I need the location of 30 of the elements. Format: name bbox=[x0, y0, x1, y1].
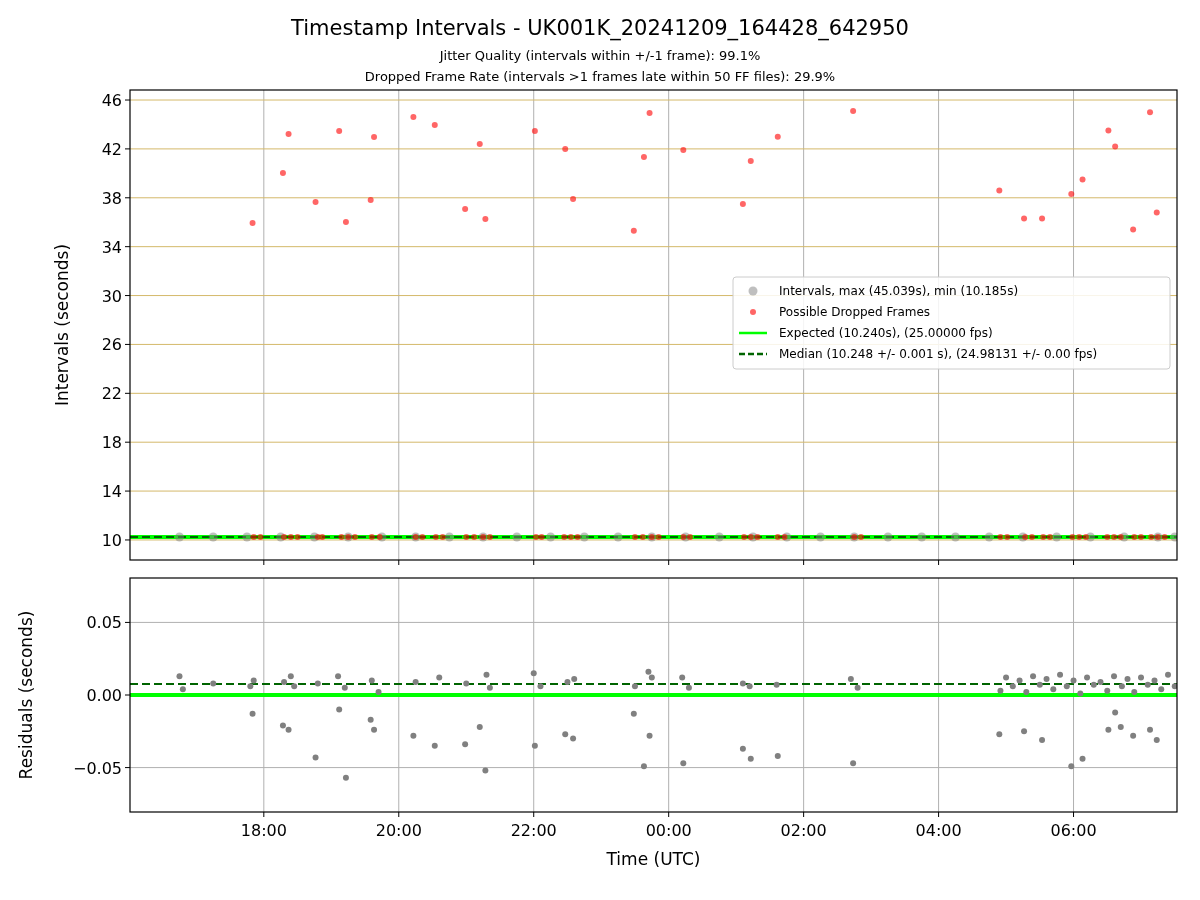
tick-label: 14 bbox=[101, 482, 122, 502]
tick-label: 22:00 bbox=[510, 821, 557, 840]
tick-label: 00:00 bbox=[645, 821, 692, 840]
chart-subtitle: Dropped Frame Rate (intervals >1 frames late within 50 FF files): 29.9% bbox=[364, 68, 836, 86]
tick-label: 18 bbox=[101, 433, 122, 453]
tick-label: 26 bbox=[101, 335, 122, 355]
tick-label: 04:00 bbox=[915, 821, 962, 840]
tick-label: 42 bbox=[101, 139, 122, 159]
tick-label: 46 bbox=[101, 91, 122, 110]
chart-title: Timestamp Intervals - UK001K_20241209_164428_642950 bbox=[291, 15, 909, 41]
tick-label: 38 bbox=[101, 188, 122, 208]
legend-label: Expected (10.240s), (25.00000 fps) bbox=[779, 326, 993, 340]
tick-label: 0.05 bbox=[86, 613, 122, 633]
tick-label: 06:00 bbox=[1050, 821, 1097, 840]
tick-label: 10 bbox=[101, 530, 122, 550]
legend-label: Median (10.248 +/- 0.001 s), (24.98131 +/- 0.00 fps) bbox=[779, 347, 1098, 361]
axis-label: Residuals (seconds) bbox=[16, 610, 36, 780]
tick-label: 34 bbox=[101, 237, 122, 257]
tick-label: 02:00 bbox=[780, 821, 827, 840]
legend-label: Intervals, max (45.039s), min (10.185s) bbox=[779, 284, 1019, 298]
tick-label: 30 bbox=[101, 286, 122, 306]
tick-label: 20:00 bbox=[375, 821, 422, 840]
tick-label: −0.05 bbox=[72, 758, 122, 778]
tick-label: 22 bbox=[101, 384, 122, 404]
axis-label: Time (UTC) bbox=[606, 849, 701, 869]
axis-label: Intervals (seconds) bbox=[52, 243, 72, 407]
legend-label: Possible Dropped Frames bbox=[779, 305, 931, 319]
tick-label: 18:00 bbox=[240, 821, 287, 840]
chart-subtitle: Jitter Quality (intervals within +/-1 frame): 99.1% bbox=[439, 47, 761, 65]
tick-label: 0.00 bbox=[86, 686, 122, 705]
